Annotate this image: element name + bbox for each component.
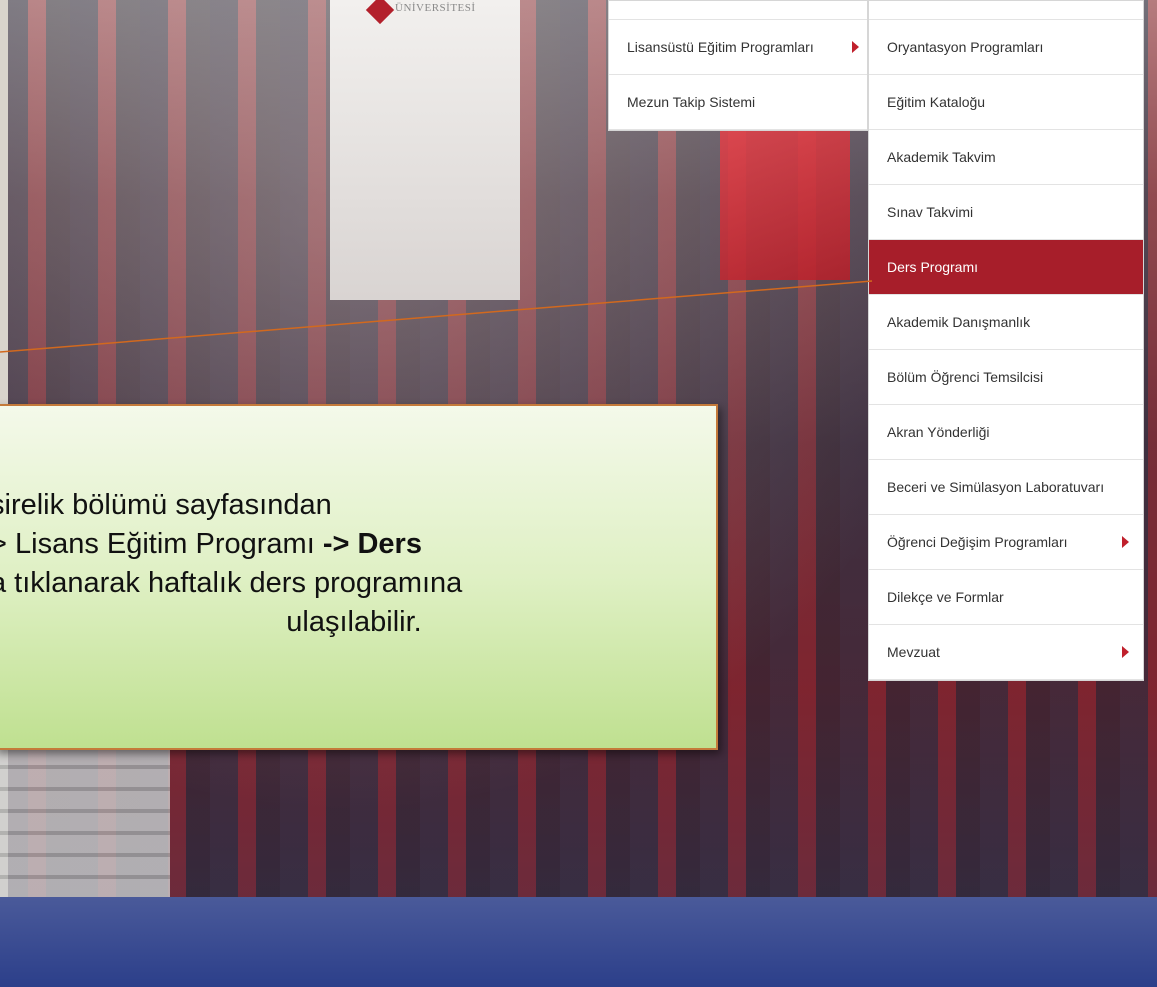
- callout-line-2: > Lisans Eğitim Programı -> Ders: [0, 525, 712, 564]
- university-logo-icon: [365, 0, 395, 25]
- menu-item-beceri-simulasyon-lab[interactable]: Beceri ve Simülasyon Laboratuvarı: [869, 460, 1143, 515]
- menu-item-egitim-katalogu[interactable]: Eğitim Kataloğu: [869, 75, 1143, 130]
- callout-line-3: a tıklanarak haftalık ders programına: [0, 567, 463, 599]
- menu-secondary: Oryantasyon Programları Eğitim Kataloğu …: [868, 0, 1144, 681]
- menu-primary: Lisansüstü Eğitim Programları Mezun Taki…: [608, 0, 868, 131]
- caret-right-icon: [852, 41, 859, 53]
- menu-secondary-item-top[interactable]: [869, 1, 1143, 20]
- caret-right-icon: [1122, 646, 1129, 658]
- menu-item-akademik-danismanlik[interactable]: Akademik Danışmanlık: [869, 295, 1143, 350]
- menu-item-bolum-ogrenci-temsilcisi[interactable]: Bölüm Öğrenci Temsilcisi: [869, 350, 1143, 405]
- callout-text: şirelik bölümü sayfasından > Lisans Eğit…: [0, 486, 712, 642]
- university-logo-text: ÜNİVERSİTESİ: [395, 2, 476, 14]
- university-banner: ÜNİVERSİTESİ: [330, 0, 520, 300]
- menu-item-label: Bölüm Öğrenci Temsilcisi: [887, 369, 1044, 385]
- menu-item-label: Ders Programı: [887, 259, 979, 275]
- blue-floor: [0, 897, 1157, 987]
- menu-item-label: Akademik Danışmanlık: [887, 314, 1031, 330]
- caret-right-icon: [1122, 536, 1129, 548]
- menu-item-label: Akademik Takvim: [887, 149, 996, 165]
- menu-item-label: Lisansüstü Eğitim Programları: [627, 39, 814, 55]
- menu-item-label: Mevzuat: [887, 644, 940, 660]
- menu-item-label: Öğrenci Değişim Programları: [887, 534, 1068, 550]
- menu-item-ders-programi[interactable]: Ders Programı: [869, 240, 1143, 295]
- menu-item-oryantasyon[interactable]: Oryantasyon Programları: [869, 20, 1143, 75]
- menu-item-sinav-takvimi[interactable]: Sınav Takvimi: [869, 185, 1143, 240]
- menu-item-label: Oryantasyon Programları: [887, 39, 1044, 55]
- menu-item-dilekce-formlar[interactable]: Dilekçe ve Formlar: [869, 570, 1143, 625]
- menu-item-label: Sınav Takvimi: [887, 204, 974, 220]
- menu-primary-item-lisansustu[interactable]: Lisansüstü Eğitim Programları: [609, 20, 867, 75]
- callout-line-4: ulaşılabilir.: [286, 606, 422, 638]
- menu-item-akran-yonderligi[interactable]: Akran Yönderliği: [869, 405, 1143, 460]
- menu-item-akademik-takvim[interactable]: Akademik Takvim: [869, 130, 1143, 185]
- menu-item-label: Mezun Takip Sistemi: [627, 94, 756, 110]
- menu-item-label: Dilekçe ve Formlar: [887, 589, 1004, 605]
- red-flag: [720, 120, 850, 280]
- menu-item-ogrenci-degisim[interactable]: Öğrenci Değişim Programları: [869, 515, 1143, 570]
- menu-item-label: Beceri ve Simülasyon Laboratuvarı: [887, 479, 1105, 495]
- callout-line-2-text: > Lisans Eğitim Programı: [0, 528, 323, 560]
- menu-item-mevzuat[interactable]: Mevzuat: [869, 625, 1143, 680]
- callout-line-2-bold: -> Ders: [322, 528, 422, 560]
- menu-item-label: Akran Yönderliği: [887, 424, 990, 440]
- menu-primary-item-top[interactable]: [609, 1, 867, 20]
- callout-line-1: şirelik bölümü sayfasından: [0, 489, 332, 521]
- menu-item-label: Eğitim Kataloğu: [887, 94, 986, 110]
- menu-primary-item-mezun-takip[interactable]: Mezun Takip Sistemi: [609, 75, 867, 130]
- instruction-callout: şirelik bölümü sayfasından > Lisans Eğit…: [0, 404, 718, 750]
